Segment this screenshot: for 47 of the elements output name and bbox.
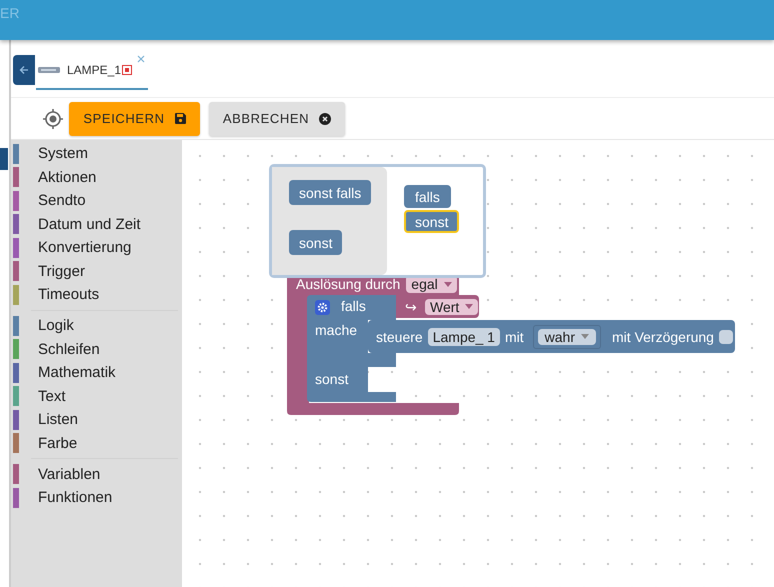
target-icon[interactable] bbox=[43, 108, 63, 128]
editor-tab[interactable]: LAMPE_1 bbox=[36, 52, 148, 90]
gear-icon[interactable] bbox=[315, 300, 330, 315]
toolbox-category[interactable]: Konvertierung bbox=[11, 236, 182, 260]
save-button[interactable]: SPEICHERN bbox=[69, 102, 200, 136]
toolbox-category[interactable]: Logik bbox=[11, 314, 182, 338]
block-label: Auslösung durch bbox=[296, 276, 400, 292]
block-dropdown[interactable]: wahr bbox=[538, 328, 596, 344]
block-dropdown[interactable]: Wert bbox=[425, 298, 478, 314]
square-icon bbox=[122, 65, 132, 75]
toolbox-category[interactable]: Farbe bbox=[11, 432, 182, 455]
toolbox-category[interactable]: System bbox=[11, 142, 182, 166]
block-label: mache bbox=[315, 322, 358, 338]
arrow-left-icon bbox=[19, 65, 29, 75]
palette-block[interactable]: sonst falls bbox=[289, 180, 372, 205]
mutator-block[interactable]: falls bbox=[404, 185, 451, 208]
toolbox-category[interactable]: Mathematik bbox=[11, 361, 182, 384]
block-label: mit bbox=[504, 328, 524, 344]
mutator-block[interactable]: sonst bbox=[404, 210, 460, 233]
toolbox-category[interactable]: Schleifen bbox=[11, 338, 182, 361]
palette-block[interactable]: sonst bbox=[289, 230, 342, 255]
close-icon[interactable] bbox=[137, 55, 145, 63]
toolbox-category[interactable]: Timeouts bbox=[11, 283, 182, 306]
block-label: falls bbox=[341, 298, 366, 314]
caret-icon bbox=[444, 282, 452, 286]
toolbox-category[interactable]: Sendto bbox=[11, 189, 182, 212]
block-field[interactable]: Lampe_ 1 bbox=[428, 328, 500, 346]
toolbox-category[interactable]: Aktionen bbox=[11, 166, 182, 189]
caret-icon bbox=[465, 304, 474, 309]
block-icon bbox=[38, 66, 60, 74]
block-label: steuere bbox=[376, 328, 423, 344]
toolbox-category[interactable]: Variablen bbox=[11, 462, 182, 486]
header-title: ER bbox=[0, 5, 20, 21]
checkbox[interactable] bbox=[718, 330, 733, 344]
toolbox-category[interactable]: Listen bbox=[11, 408, 182, 432]
toolbox-category[interactable]: Text bbox=[11, 384, 182, 408]
block-label: sonst bbox=[315, 371, 348, 387]
block-label: mit Verzögerung bbox=[612, 328, 714, 344]
cancel-icon bbox=[319, 112, 332, 124]
toolbox-category[interactable]: Datum und Zeit bbox=[11, 212, 182, 236]
toolbox-category[interactable]: Funktionen bbox=[11, 486, 182, 510]
back-button[interactable] bbox=[13, 55, 35, 85]
block-symbol: ↪ bbox=[405, 298, 417, 314]
save-icon bbox=[174, 113, 186, 124]
toolbox-category[interactable]: Trigger bbox=[11, 260, 182, 283]
cancel-button[interactable]: ABBRECHEN bbox=[209, 102, 345, 136]
caret-icon bbox=[581, 334, 590, 339]
